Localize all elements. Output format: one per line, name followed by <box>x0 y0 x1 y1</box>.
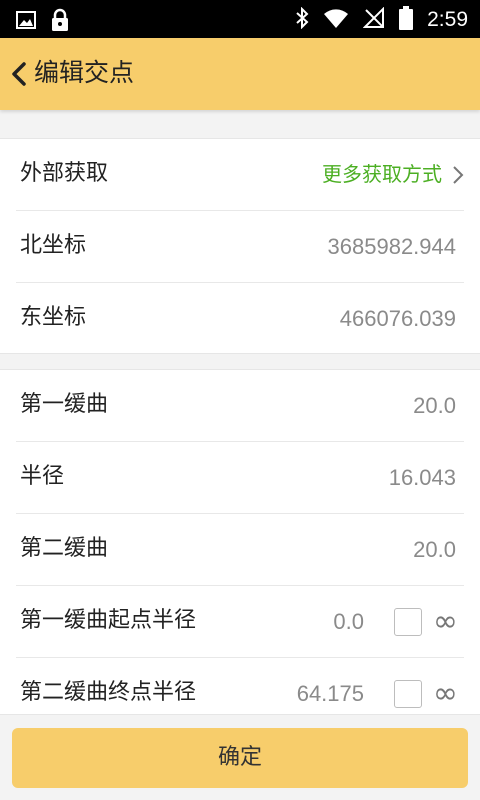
radius-row[interactable]: 半径 16.043 <box>16 442 464 514</box>
second-curve-end-radius-row[interactable]: 第二缓曲终点半径 64.175 ∞ <box>16 658 464 714</box>
no-signal-icon <box>362 6 385 33</box>
radius-value[interactable]: 16.043 <box>389 463 456 493</box>
first-curve-value[interactable]: 20.0 <box>413 391 456 421</box>
infinity-checkbox[interactable] <box>394 680 422 708</box>
north-coordinate-value[interactable]: 3685982.944 <box>328 232 456 262</box>
external-source-row[interactable]: 外部获取 更多获取方式 <box>16 139 464 211</box>
bottom-bar: 确定 <box>0 715 480 800</box>
confirm-button[interactable]: 确定 <box>12 728 468 788</box>
first-curve-start-radius-row[interactable]: 第一缓曲起点半径 0.0 ∞ <box>16 586 464 658</box>
chevron-left-icon <box>6 62 34 94</box>
chevron-right-icon <box>452 165 464 185</box>
curve-params-card: 第一缓曲 20.0 半径 16.043 第二缓曲 20.0 第一缓曲起点半径 0… <box>0 369 480 715</box>
second-curve-end-radius-label: 第二缓曲终点半径 <box>20 680 197 705</box>
first-curve-row[interactable]: 第一缓曲 20.0 <box>16 370 464 442</box>
second-curve-label: 第二缓曲 <box>20 536 109 561</box>
east-coordinate-label: 东坐标 <box>20 305 87 330</box>
external-source-label: 外部获取 <box>20 161 109 186</box>
bluetooth-icon <box>295 6 309 33</box>
battery-icon <box>399 6 414 34</box>
infinity-symbol: ∞ <box>433 604 458 639</box>
back-button[interactable] <box>6 58 34 90</box>
east-coordinate-row[interactable]: 东坐标 466076.039 <box>16 283 464 355</box>
second-curve-value[interactable]: 20.0 <box>413 535 456 565</box>
wifi-icon <box>323 7 349 33</box>
status-time: 2:59 <box>427 8 468 31</box>
first-curve-label: 第一缓曲 <box>20 392 109 417</box>
radius-label: 半径 <box>20 464 65 489</box>
status-bar: 2:59 <box>0 0 480 38</box>
app-bar: 编辑交点 <box>0 38 480 110</box>
first-curve-start-radius-label: 第一缓曲起点半径 <box>20 608 197 633</box>
second-curve-end-radius-value[interactable]: 64.175 <box>297 679 364 709</box>
page-title: 编辑交点 <box>34 58 135 87</box>
image-icon <box>16 10 36 34</box>
infinity-checkbox[interactable] <box>394 608 422 636</box>
more-methods-link[interactable]: 更多获取方式 <box>322 159 442 189</box>
east-coordinate-value[interactable]: 466076.039 <box>340 304 456 334</box>
lock-icon <box>50 8 70 36</box>
second-curve-row[interactable]: 第二缓曲 20.0 <box>16 514 464 586</box>
first-curve-start-radius-value[interactable]: 0.0 <box>333 607 364 637</box>
north-coordinate-label: 北坐标 <box>20 233 87 258</box>
north-coordinate-row[interactable]: 北坐标 3685982.944 <box>16 211 464 283</box>
coordinates-card: 外部获取 更多获取方式 北坐标 3685982.944 东坐标 466076.0… <box>0 138 480 354</box>
infinity-symbol: ∞ <box>433 676 458 711</box>
